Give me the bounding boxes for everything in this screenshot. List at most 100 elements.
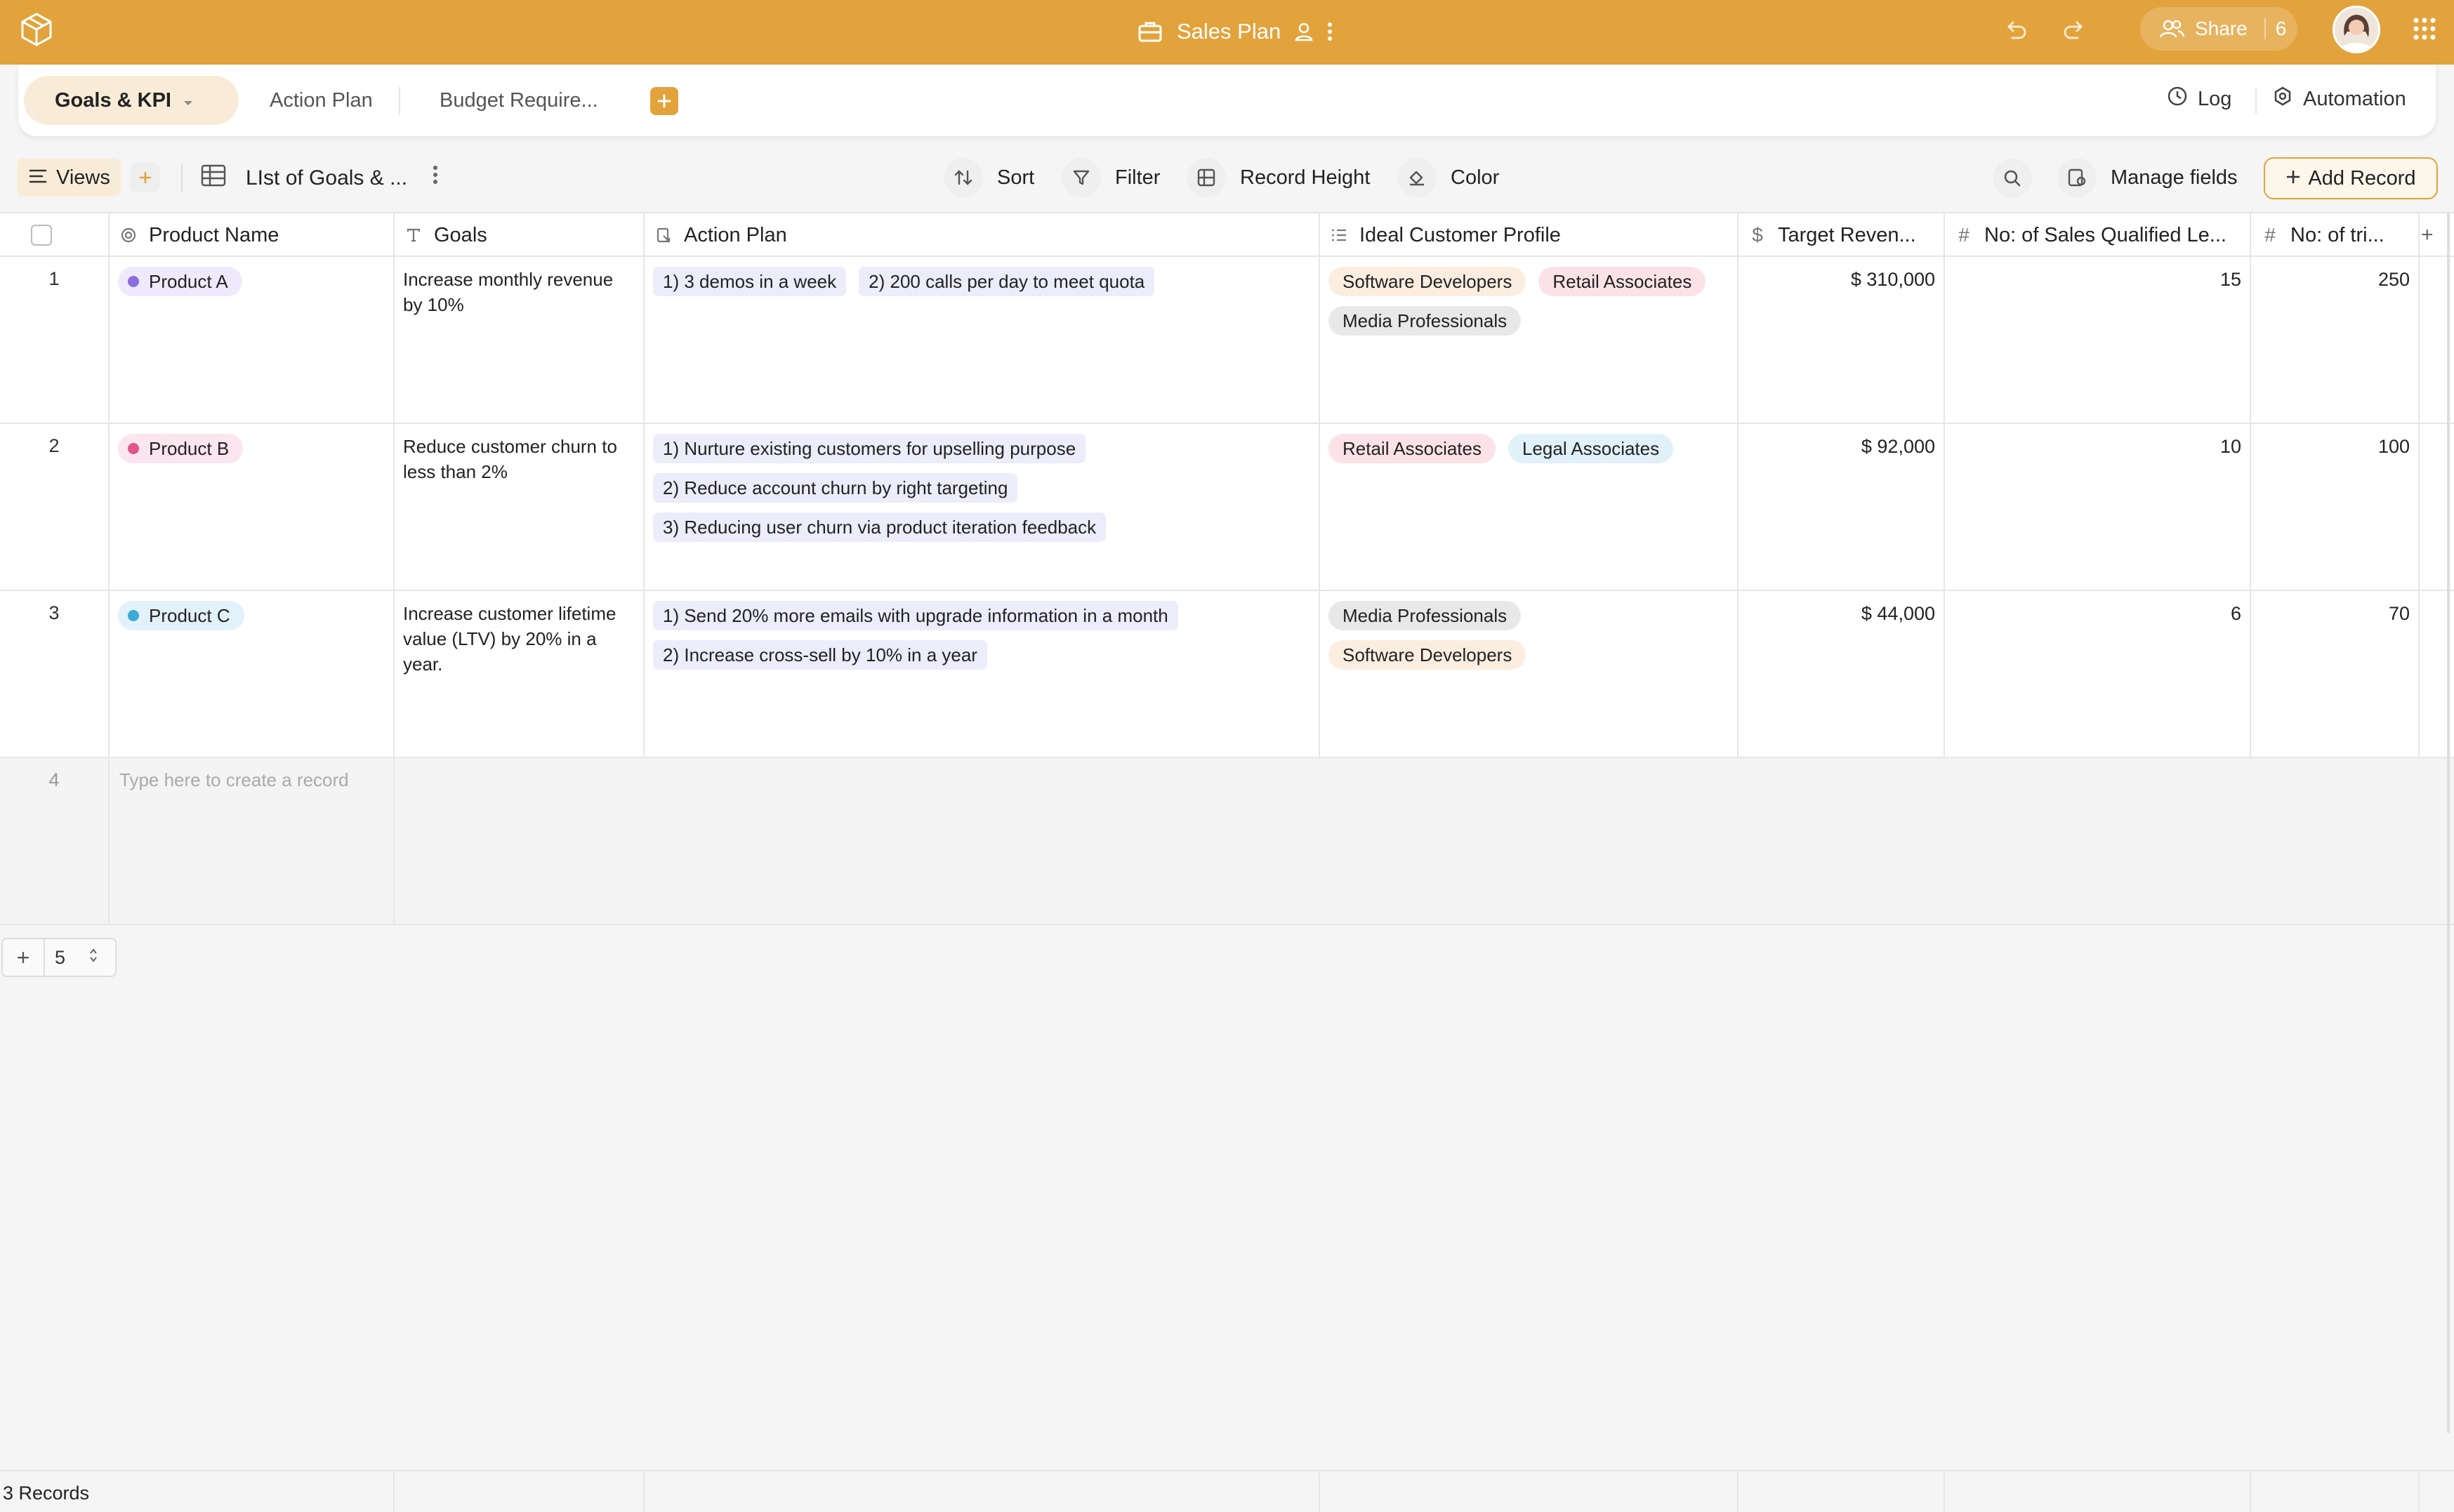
trials-cell[interactable]: 100: [2251, 424, 2420, 590]
column-header-label: Action Plan: [684, 223, 787, 246]
currency-icon: $: [1752, 224, 1763, 246]
action-plan-link[interactable]: 1) Nurture existing customers for upsell…: [653, 434, 1086, 463]
record-height-button[interactable]: Record Height: [1187, 157, 1370, 198]
column-header-goals[interactable]: Goals: [395, 213, 645, 257]
link-field-icon: [654, 227, 673, 244]
table-row[interactable]: 1 Product A Increase monthly revenue by …: [0, 257, 2454, 424]
action-plan-link[interactable]: 2) 200 calls per day to meet quota: [859, 267, 1155, 296]
column-header-label: No: of Sales Qualified Le...: [1984, 223, 2227, 246]
sort-label: Sort: [997, 166, 1035, 189]
action-plan-link[interactable]: 1) 3 demos in a week: [653, 267, 847, 296]
vertical-scrollbar[interactable]: [2447, 212, 2450, 1433]
new-record-row[interactable]: 4 Type here to create a record: [0, 758, 2454, 925]
column-header-label: Product Name: [149, 223, 279, 246]
automation-button[interactable]: Automation: [2272, 86, 2406, 112]
collaborator-icon[interactable]: [1295, 22, 1313, 41]
search-icon[interactable]: [1993, 159, 2032, 198]
tab-budget-requirements[interactable]: Budget Require...: [423, 76, 615, 125]
share-button[interactable]: Share 6: [2140, 7, 2297, 51]
color-button[interactable]: Color: [1397, 157, 1499, 198]
profile-tag: Media Professionals: [1328, 306, 1522, 336]
manage-fields-label: Manage fields: [2111, 166, 2238, 189]
table-row[interactable]: 3 Product C Increase customer lifetime v…: [0, 591, 2454, 758]
product-name-cell[interactable]: Product B: [110, 424, 395, 590]
log-label: Log: [2198, 87, 2232, 110]
undo-icon[interactable]: [2001, 17, 2029, 45]
more-vertical-icon[interactable]: [1327, 21, 1333, 42]
target-revenue-cell[interactable]: $ 44,000: [1739, 591, 1945, 757]
product-name-cell[interactable]: Product A: [110, 257, 395, 423]
grid-view-icon: [201, 164, 226, 192]
sql-cell[interactable]: 10: [1945, 424, 2251, 590]
record-count: 3 Records: [3, 1483, 90, 1504]
add-rows-count[interactable]: 5: [45, 947, 88, 969]
tab-goals-kpi[interactable]: Goals & KPI: [24, 76, 239, 125]
trials-cell[interactable]: 250: [2251, 257, 2420, 423]
goal-cell[interactable]: Reduce customer churn to less than 2%: [395, 424, 645, 590]
record-height-icon: [1187, 158, 1226, 197]
log-button[interactable]: Log: [2167, 86, 2231, 112]
action-plan-link[interactable]: 2) Reduce account churn by right targeti…: [653, 473, 1018, 503]
toolbar-divider: [2255, 88, 2257, 114]
product-pill[interactable]: Product B: [118, 434, 244, 463]
column-header-trials[interactable]: # No: of tri...: [2251, 213, 2420, 257]
view-more-icon[interactable]: [433, 164, 438, 189]
target-revenue-cell[interactable]: $ 310,000: [1739, 257, 1945, 423]
goal-cell[interactable]: Increase monthly revenue by 10%: [395, 257, 645, 423]
target-revenue-cell[interactable]: $ 92,000: [1739, 424, 1945, 590]
customer-profile-cell[interactable]: Retail Associates Legal Associates: [1320, 424, 1739, 590]
column-header-ideal-customer-profile[interactable]: Ideal Customer Profile: [1320, 213, 1739, 257]
add-field-icon[interactable]: +: [2421, 223, 2434, 247]
user-avatar[interactable]: [2333, 6, 2380, 53]
product-pill[interactable]: Product A: [118, 267, 242, 296]
select-all-checkbox[interactable]: [31, 225, 52, 246]
add-rows-plus-icon[interactable]: +: [3, 939, 45, 976]
product-color-dot: [128, 443, 139, 454]
action-plan-cell[interactable]: 1) 3 demos in a week 2) 200 calls per da…: [645, 257, 1320, 423]
share-count: 6: [2275, 18, 2287, 39]
action-plan-cell[interactable]: 1) Send 20% more emails with upgrade inf…: [645, 591, 1320, 757]
column-header-product-name[interactable]: Product Name: [110, 213, 395, 257]
grid-header: Product Name Goals Action Plan Ideal Cus…: [0, 212, 2454, 257]
product-pill[interactable]: Product C: [118, 601, 244, 630]
profile-tag: Retail Associates: [1538, 267, 1706, 296]
add-view-button[interactable]: [131, 163, 160, 192]
tab-action-plan[interactable]: Action Plan: [253, 76, 390, 125]
table-row[interactable]: 2 Product B Reduce customer churn to les…: [0, 424, 2454, 591]
tab-label: Goals & KPI: [55, 88, 171, 112]
current-view[interactable]: LIst of Goals & ...: [201, 164, 407, 192]
document-title[interactable]: Sales Plan: [1177, 19, 1281, 44]
product-name-cell[interactable]: Product C: [110, 591, 395, 757]
stepper-icon[interactable]: [88, 947, 98, 968]
views-button[interactable]: Views: [17, 159, 121, 197]
manage-fields-button[interactable]: Manage fields: [2057, 157, 2238, 198]
column-header-label: No: of tri...: [2290, 223, 2384, 246]
add-record-button[interactable]: Add Record: [2264, 157, 2438, 199]
sql-cell[interactable]: 15: [1945, 257, 2251, 423]
app-grid-icon[interactable]: [2413, 17, 2436, 41]
trials-cell[interactable]: 70: [2251, 591, 2420, 757]
product-name: Product C: [149, 605, 230, 626]
action-plan-cell[interactable]: 1) Nurture existing customers for upsell…: [645, 424, 1320, 590]
sql-cell[interactable]: 6: [1945, 591, 2251, 757]
redo-icon[interactable]: [2061, 17, 2089, 45]
customer-profile-cell[interactable]: Software Developers Retail Associates Me…: [1320, 257, 1739, 423]
action-plan-link[interactable]: 3) Reducing user churn via product itera…: [653, 512, 1107, 542]
column-header-action-plan[interactable]: Action Plan: [645, 213, 1320, 257]
action-plan-link[interactable]: 1) Send 20% more emails with upgrade inf…: [653, 601, 1178, 630]
sort-button[interactable]: Sort: [944, 157, 1034, 198]
action-plan-link[interactable]: 2) Increase cross-sell by 10% in a year: [653, 640, 987, 670]
paint-bucket-icon: [1397, 158, 1437, 197]
add-table-button[interactable]: [650, 87, 678, 115]
caret-down-icon[interactable]: [183, 89, 194, 112]
add-rows-control[interactable]: + 5: [1, 938, 117, 977]
customer-profile-cell[interactable]: Media Professionals Software Developers: [1320, 591, 1739, 757]
view-toolbar: Views LIst of Goals & ... Sort Filter Re…: [0, 136, 2454, 212]
goal-cell[interactable]: Increase customer lifetime value (LTV) b…: [395, 591, 645, 757]
clock-icon: [2167, 86, 2188, 112]
new-record-input[interactable]: Type here to create a record: [110, 758, 395, 924]
column-header-sales-qualified-leads[interactable]: # No: of Sales Qualified Le...: [1945, 213, 2251, 257]
filter-button[interactable]: Filter: [1062, 157, 1160, 198]
column-header-target-revenue[interactable]: $ Target Reven...: [1739, 213, 1945, 257]
app-logo-icon[interactable]: [18, 11, 55, 48]
